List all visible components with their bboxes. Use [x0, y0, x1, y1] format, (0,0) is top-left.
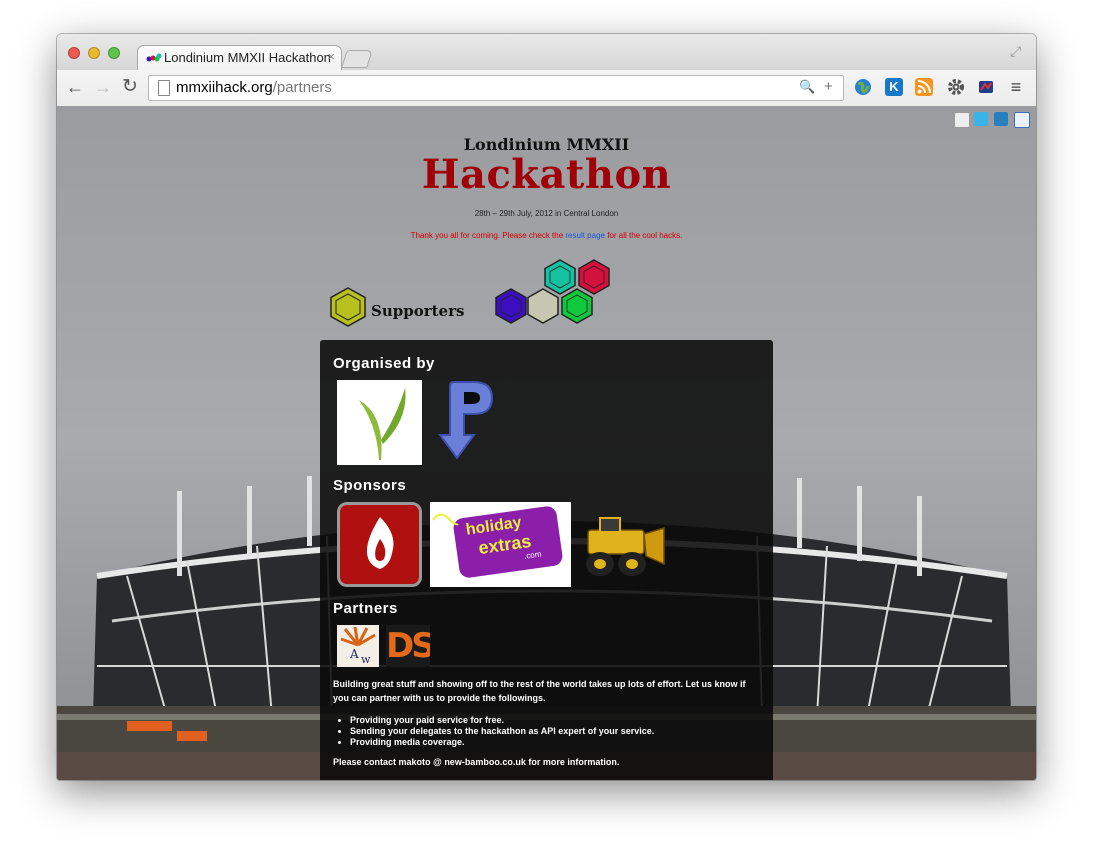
tab-strip: Londinium MMXII Hackathon × ⤢ [57, 34, 1036, 71]
holiday-extras-logo[interactable]: holiday extras .com [430, 502, 571, 587]
bulldozer-icon [586, 517, 665, 576]
ds-text: DS [386, 626, 430, 666]
rss-icon[interactable] [915, 78, 933, 96]
tab-title: Londinium MMXII Hackathon [164, 50, 331, 65]
supporters-panel: Organised by Sponsors holiday extras .co… [320, 340, 773, 780]
thanks-text-before: Thank you all for coming. Please check t… [410, 231, 566, 240]
bamboo-leaf-icon [359, 388, 406, 460]
tab-londinium[interactable]: Londinium MMXII Hackathon × [137, 45, 342, 71]
hexagon-cluster [495, 259, 610, 324]
partners-intro-text: Building great stuff and showing off to … [333, 679, 746, 703]
forward-button[interactable]: → [94, 78, 112, 96]
gear-icon[interactable] [947, 78, 965, 96]
list-item: Providing media coverage. [350, 737, 654, 748]
flame-icon [366, 517, 394, 569]
organised-by-heading: Organised by [333, 355, 435, 372]
event-date: 28th – 29th July, 2012 in Central London [474, 209, 619, 218]
close-window-button[interactable] [68, 47, 80, 59]
k-icon[interactable]: K [885, 78, 903, 96]
back-button[interactable]: ← [66, 78, 84, 96]
list-item: Sending your delegates to the hackathon … [350, 726, 654, 737]
page-content: Londinium MMXII Hackathon 28th – 29th Ju… [57, 106, 1036, 780]
hexagon-blue-icon [495, 288, 527, 324]
address-bar[interactable]: mmxiihack.org/partners 🔍 + [148, 75, 844, 101]
holiday-extras-tag: holiday extras .com [452, 505, 564, 579]
bookmark-add-icon[interactable]: + [824, 78, 833, 95]
page-icon [158, 80, 170, 96]
wordpress-icon[interactable] [994, 112, 1008, 126]
hexagon-supporters-icon[interactable] [327, 286, 369, 328]
sponsor-flame-logo[interactable] [337, 502, 422, 587]
hexagon-teal-icon [544, 259, 576, 295]
url-domain: mmxiihack.org [176, 79, 273, 96]
aw-w-text: w [361, 653, 371, 666]
hexagon-grey-icon [527, 288, 559, 324]
browser-window: Londinium MMXII Hackathon × ⤢ ← → ↻ mmxi… [57, 34, 1036, 780]
thanks-message: Thank you all for coming. Please check t… [57, 231, 1036, 240]
document-icon[interactable] [1014, 112, 1030, 128]
ds-partner-logo[interactable]: DS [386, 625, 430, 667]
list-item: Providing your paid service for free. [350, 715, 654, 726]
reload-button[interactable]: ↻ [122, 77, 138, 96]
fullscreen-icon[interactable]: ⤢ [1010, 43, 1026, 59]
dotcom-text: .com [523, 549, 542, 561]
hexagon-red-icon [578, 259, 610, 295]
supporters-label[interactable]: Supporters [371, 302, 464, 320]
zoom-icon[interactable]: 🔍 [799, 79, 815, 95]
new-tab-button[interactable] [341, 50, 373, 68]
result-page-link[interactable]: result page [565, 231, 605, 240]
url-text[interactable]: mmxiihack.org/partners [176, 79, 332, 96]
partner-offers-list: Providing your paid service for free. Se… [333, 715, 654, 748]
pusher-arrow-icon [438, 381, 494, 460]
zoom-window-button[interactable] [108, 47, 120, 59]
aw-a-text: A [350, 647, 359, 661]
site-title: Hackathon [421, 151, 672, 198]
globe-icon[interactable] [854, 78, 872, 96]
twitter-icon[interactable] [974, 112, 988, 126]
partners-heading: Partners [333, 600, 398, 617]
tab-close-icon[interactable]: × [327, 49, 335, 64]
bulldozer-logo[interactable] [578, 512, 668, 584]
menu-icon[interactable]: ≡ [1007, 78, 1025, 96]
new-bamboo-logo[interactable] [337, 380, 422, 465]
favicon-icon [146, 53, 162, 62]
thanks-text-after: for all the cool hacks. [604, 231, 683, 240]
hexagon-green-icon [561, 288, 593, 324]
minimize-window-button[interactable] [88, 47, 100, 59]
contact-text: Please contact makoto @ new-bamboo.co.uk… [333, 757, 620, 767]
tag-string-icon [432, 513, 459, 526]
url-path: /partners [272, 79, 332, 96]
puzzle-icon[interactable] [977, 78, 995, 96]
pusher-logo[interactable] [432, 380, 507, 465]
github-icon[interactable] [954, 112, 970, 128]
sponsors-heading: Sponsors [333, 477, 407, 494]
aw-partner-logo[interactable]: A w [337, 625, 379, 667]
